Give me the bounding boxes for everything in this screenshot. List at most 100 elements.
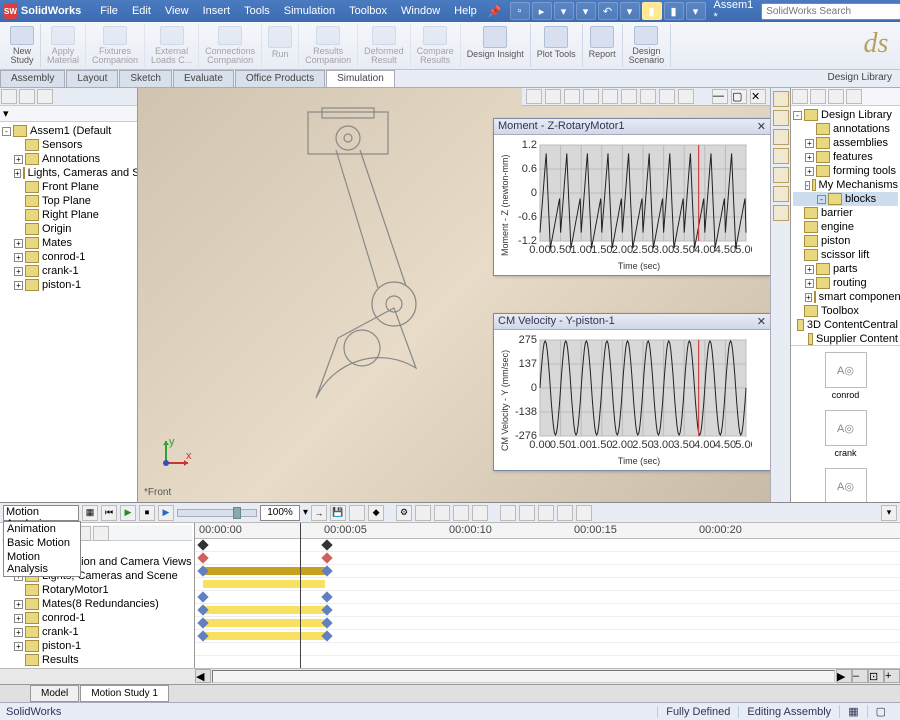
- playback-speed-input[interactable]: [260, 505, 300, 521]
- zoom-in-button[interactable]: +: [884, 669, 900, 683]
- expand-icon[interactable]: +: [14, 253, 23, 262]
- hide-show-icon[interactable]: [640, 89, 656, 104]
- tree-item[interactable]: 3D ContentCentral: [793, 318, 898, 332]
- menu-view[interactable]: View: [158, 5, 196, 17]
- timeline-scrollbar[interactable]: ◀ ▶ – ⊡ +: [0, 668, 900, 684]
- tree-item[interactable]: +smart components: [793, 290, 898, 304]
- redo-button[interactable]: ▾: [620, 2, 640, 20]
- tree-item[interactable]: RotaryMotor1: [2, 583, 192, 597]
- tree-item[interactable]: Top Plane: [2, 194, 135, 208]
- play-start-button[interactable]: ⏮: [101, 505, 117, 521]
- tree-item[interactable]: Sensors: [2, 138, 135, 152]
- status-unit-icon[interactable]: ▦: [839, 705, 866, 718]
- tree-item[interactable]: +piston-1: [2, 278, 135, 292]
- ribbon-design-insight[interactable]: Design Insight: [461, 24, 531, 67]
- zoom-fit-button[interactable]: ⊡: [868, 669, 884, 683]
- view-orientation-icon[interactable]: [602, 89, 618, 104]
- dl-home-icon[interactable]: [792, 89, 808, 104]
- stop-button[interactable]: ⏹: [139, 505, 155, 521]
- tree-item[interactable]: Supplier Content: [793, 332, 898, 346]
- tree-item[interactable]: engine: [793, 220, 898, 234]
- expand-icon[interactable]: +: [805, 279, 814, 288]
- scroll-right-button[interactable]: ▶: [836, 669, 852, 683]
- motion-tab-model[interactable]: Model: [30, 685, 79, 702]
- taskpane-explorer-icon[interactable]: [773, 129, 789, 145]
- timeline-scrubber[interactable]: [300, 523, 301, 668]
- section-view-icon[interactable]: [583, 89, 599, 104]
- study-type-options[interactable]: AnimationBasic MotionMotion Analysis: [3, 521, 81, 577]
- save-animation-button[interactable]: 💾: [330, 505, 346, 521]
- contact-button[interactable]: [453, 505, 469, 521]
- expand-icon[interactable]: +: [805, 293, 812, 302]
- tree-item[interactable]: +Mates(8 Redundancies): [2, 597, 192, 611]
- tree-item[interactable]: +features: [793, 150, 898, 164]
- study-type-dropdown[interactable]: Motion Analysis ▾ AnimationBasic MotionM…: [3, 505, 79, 521]
- expand-icon[interactable]: +: [805, 265, 814, 274]
- plot-close-icon[interactable]: ✕: [757, 315, 766, 328]
- property-manager-tab-icon[interactable]: [19, 89, 35, 104]
- display-style-icon[interactable]: [621, 89, 637, 104]
- config-manager-tab-icon[interactable]: [37, 89, 53, 104]
- tree-item[interactable]: -Design Library: [793, 108, 898, 122]
- tree-item[interactable]: +Lights, Cameras and Scene: [2, 166, 135, 180]
- expand-icon[interactable]: +: [14, 614, 23, 623]
- tree-item[interactable]: +conrod-1: [2, 611, 192, 625]
- expand-icon[interactable]: +: [805, 139, 814, 148]
- motion-tab-motion-study-1[interactable]: Motion Study 1: [80, 685, 169, 702]
- loop-button[interactable]: →: [311, 505, 327, 521]
- play-forward-button[interactable]: ▶: [158, 505, 174, 521]
- design-library-tree[interactable]: -Design Libraryannotations+assemblies+fe…: [791, 106, 900, 346]
- expand-icon[interactable]: -: [2, 127, 11, 136]
- menu-insert[interactable]: Insert: [196, 5, 238, 17]
- plot-window-moment[interactable]: Moment - Z-RotaryMotor1 ✕ Moment - Z (ne…: [493, 118, 770, 276]
- keyframe-icon[interactable]: [321, 539, 332, 550]
- expand-icon[interactable]: +: [14, 169, 21, 178]
- menu-toolbox[interactable]: Toolbox: [342, 5, 394, 17]
- vp-minimize-icon[interactable]: —: [712, 89, 728, 104]
- preview-conrod[interactable]: A◎conrod: [825, 352, 867, 400]
- playback-slider[interactable]: [177, 509, 257, 517]
- taskpane-view-icon[interactable]: [773, 167, 789, 183]
- plot-title-bar[interactable]: CM Velocity - Y-piston-1 ✕: [494, 314, 770, 330]
- menu-edit[interactable]: Edit: [125, 5, 158, 17]
- vp-close-icon[interactable]: ✕: [750, 89, 766, 104]
- taskpane-appearance-icon[interactable]: [773, 186, 789, 202]
- tree-item[interactable]: Toolbox: [793, 304, 898, 318]
- study-option[interactable]: Motion Analysis: [4, 550, 80, 576]
- zoom-out-button[interactable]: –: [852, 669, 868, 683]
- animation-wizard-button[interactable]: [349, 505, 365, 521]
- gravity-button[interactable]: [472, 505, 488, 521]
- menu-file[interactable]: File: [93, 5, 125, 17]
- tab-layout[interactable]: Layout: [66, 70, 118, 87]
- menu-tools[interactable]: Tools: [237, 5, 277, 17]
- key-button[interactable]: ◆: [368, 505, 384, 521]
- keyframe-icon[interactable]: [197, 539, 208, 550]
- tree-item[interactable]: scissor lift: [793, 248, 898, 262]
- sim-setup-button[interactable]: [557, 505, 573, 521]
- expand-icon[interactable]: +: [14, 239, 23, 248]
- force-button[interactable]: [434, 505, 450, 521]
- expand-icon[interactable]: -: [793, 111, 802, 120]
- tab-sketch[interactable]: Sketch: [119, 70, 172, 87]
- ribbon-new[interactable]: NewStudy: [4, 24, 41, 67]
- spring-button[interactable]: [415, 505, 431, 521]
- tree-item[interactable]: Results: [2, 653, 192, 667]
- timeline[interactable]: 00:00:0000:00:0500:00:1000:00:1500:00:20: [195, 523, 900, 668]
- tree-item[interactable]: -blocks: [793, 192, 898, 206]
- scroll-left-button[interactable]: ◀: [195, 669, 211, 683]
- taskpane-library-icon[interactable]: [773, 110, 789, 126]
- options-button[interactable]: ▾: [686, 2, 706, 20]
- prev-view-icon[interactable]: [564, 89, 580, 104]
- tree-item[interactable]: Front Plane: [2, 180, 135, 194]
- mt-opt3-icon[interactable]: [93, 526, 109, 541]
- mass-props-button[interactable]: [538, 505, 554, 521]
- zoom-fit-icon[interactable]: [526, 89, 542, 104]
- tree-item[interactable]: annotations: [793, 122, 898, 136]
- tree-item[interactable]: -Assem1 (Default: [2, 124, 135, 138]
- new-doc-button[interactable]: ▫: [510, 2, 530, 20]
- select-button[interactable]: ▮: [642, 2, 662, 20]
- calculate-button[interactable]: ▦: [82, 505, 98, 521]
- print-button[interactable]: ▾: [576, 2, 596, 20]
- expand-icon[interactable]: +: [14, 155, 23, 164]
- search-input[interactable]: [761, 3, 900, 20]
